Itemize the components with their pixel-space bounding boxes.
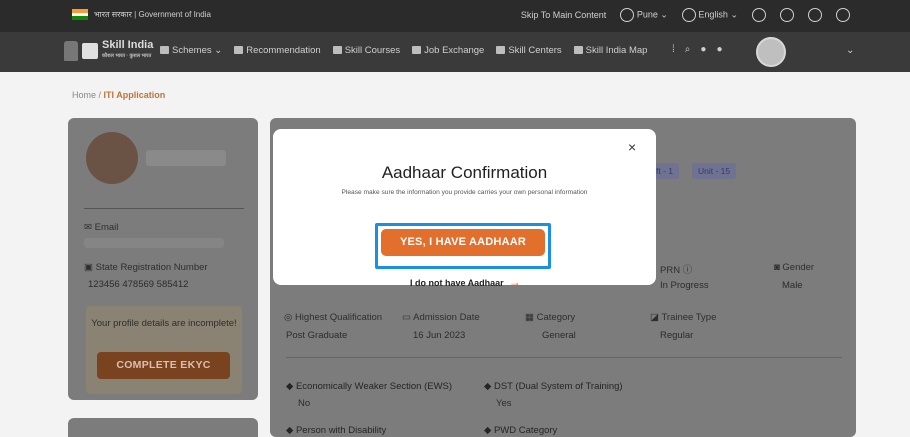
gender-label: ◙ Gender (774, 262, 815, 273)
user-avatar[interactable] (756, 37, 786, 67)
admission-date-value: 16 Jun 2023 (413, 330, 466, 341)
yes-have-aadhaar-button[interactable]: YES, I HAVE AADHAAR (381, 229, 545, 256)
breadcrumb: Home / ITI Application (72, 90, 165, 100)
qualification-label: ◎ Highest Qualification (284, 312, 383, 323)
trainee-type-label: ◪ Trainee Type (650, 312, 717, 323)
nav-item-job-exchange[interactable]: Job Exchange (412, 45, 484, 56)
close-icon[interactable]: × (628, 140, 636, 154)
trainee-type-value: Regular (660, 330, 694, 341)
srn-label: ▣ State Registration Number (84, 262, 208, 273)
chevron-down-icon[interactable]: ⌄ (846, 45, 854, 56)
gov-top-bar: भारत सरकार | Government of India Skip To… (0, 0, 910, 32)
nav-item-recommendation[interactable]: Recommendation (234, 45, 321, 56)
globe-icon (681, 8, 696, 22)
language-selector[interactable]: English ⌄ (681, 8, 738, 22)
notification-bell-icon[interactable]: ● (700, 44, 706, 55)
gender-icon: ◙ (774, 262, 780, 273)
nav-item-skill-centers[interactable]: Skill Centers (496, 45, 562, 56)
disability-label: ◆ Person with Disability (286, 425, 387, 436)
email-label: ✉ Email (84, 222, 119, 233)
nav-item-schemes[interactable]: Schemes ⌄ (160, 45, 222, 56)
skip-to-main-link[interactable]: Skip To Main Content (521, 10, 606, 20)
skill-india-mark-icon (82, 43, 98, 59)
gov-utilities: Skip To Main Content Pune ⌄ English ⌄ (521, 8, 850, 22)
qualification-icon: ◎ (284, 312, 293, 323)
srn-value: 123456 478569 585412 (88, 279, 189, 290)
briefcase-icon (412, 46, 422, 54)
no-aadhaar-link[interactable]: I do not have Aadhaar → (410, 275, 521, 289)
category-value: General (542, 330, 576, 341)
sitemap-icon[interactable] (836, 8, 850, 22)
ews-label: ◆ Economically Weaker Section (EWS) (286, 381, 453, 392)
breadcrumb-home[interactable]: Home / (72, 90, 101, 100)
info-icon: ⓘ (682, 265, 693, 276)
dst-label: ◆ DST (Dual System of Training) (484, 381, 623, 392)
complete-ekyc-button[interactable]: COMPLETE EKYC (97, 352, 230, 379)
gov-title: भारत सरकार | Government of India (94, 10, 211, 19)
location-selector[interactable]: Pune ⌄ (620, 8, 668, 22)
nav-item-skill-courses[interactable]: Skill Courses (332, 45, 400, 56)
brand-name: Skill India कौशल भारत · कुशल भारत (102, 39, 154, 60)
profile-divider (84, 208, 244, 209)
unit-tag: Unit - 15 (692, 163, 737, 179)
nav-tools: ⁞ ⌕ ● ● (672, 44, 722, 55)
email-redacted (84, 238, 224, 248)
divider-icon: ⁞ (672, 44, 675, 55)
flag-icon (234, 46, 244, 54)
ews-value: No (298, 398, 311, 409)
details-divider (286, 357, 842, 358)
calendar-icon: ▭ (402, 312, 411, 323)
profile-incomplete-text: Your profile details are incomplete! (91, 318, 237, 329)
gov-branding: भारत सरकार | Government of India (72, 9, 211, 21)
admission-date-label: ▭ Admission Date (402, 312, 480, 323)
schemes-icon (160, 46, 169, 54)
dst-value: Yes (496, 398, 512, 409)
modal-subtitle: Please make sure the information you pro… (341, 189, 588, 196)
trainee-icon: ◪ (650, 312, 659, 323)
text-size-icon[interactable] (780, 8, 794, 22)
breadcrumb-current: ITI Application (103, 90, 166, 100)
screen-reader-icon[interactable] (808, 8, 822, 22)
secondary-card (68, 418, 258, 437)
graduation-cap-icon (332, 46, 342, 54)
document-icon: ▣ (84, 262, 93, 273)
nav-item-skill-india-map[interactable]: Skill India Map (573, 45, 647, 56)
india-flag-icon (72, 9, 88, 21)
profile-photo (86, 132, 138, 184)
pwd-category-label: ◆ PWD Category (484, 425, 558, 436)
search-icon[interactable]: ⌕ (685, 44, 691, 55)
national-emblem-icon (64, 41, 78, 61)
qualification-value: Post Graduate (286, 330, 348, 341)
main-nav-bar: Skill India कौशल भारत · कुशल भारत Schemes… (0, 32, 910, 72)
location-icon (496, 46, 506, 54)
accessibility-icon[interactable] (752, 8, 766, 22)
prn-value: In Progress (660, 280, 709, 291)
help-icon[interactable]: ● (716, 44, 722, 55)
nav-menu: Schemes ⌄ Recommendation Skill Courses J… (160, 45, 647, 56)
skill-india-logo[interactable]: Skill India कौशल भारत · कुशल भारत (64, 40, 153, 62)
location-label: Pune (636, 9, 658, 20)
category-label: ▦ Category (525, 312, 576, 323)
location-pin-icon (620, 8, 635, 22)
arrow-right-icon: → (508, 275, 521, 289)
gender-value: Male (782, 280, 803, 291)
modal-title: Aadhaar Confirmation (381, 163, 548, 182)
prn-label: PRN ⓘ (660, 265, 693, 276)
map-icon (573, 46, 583, 54)
mail-icon: ✉ (84, 222, 92, 233)
profile-name-redacted (146, 150, 226, 166)
language-label: English (698, 9, 728, 20)
category-icon: ▦ (525, 312, 534, 323)
